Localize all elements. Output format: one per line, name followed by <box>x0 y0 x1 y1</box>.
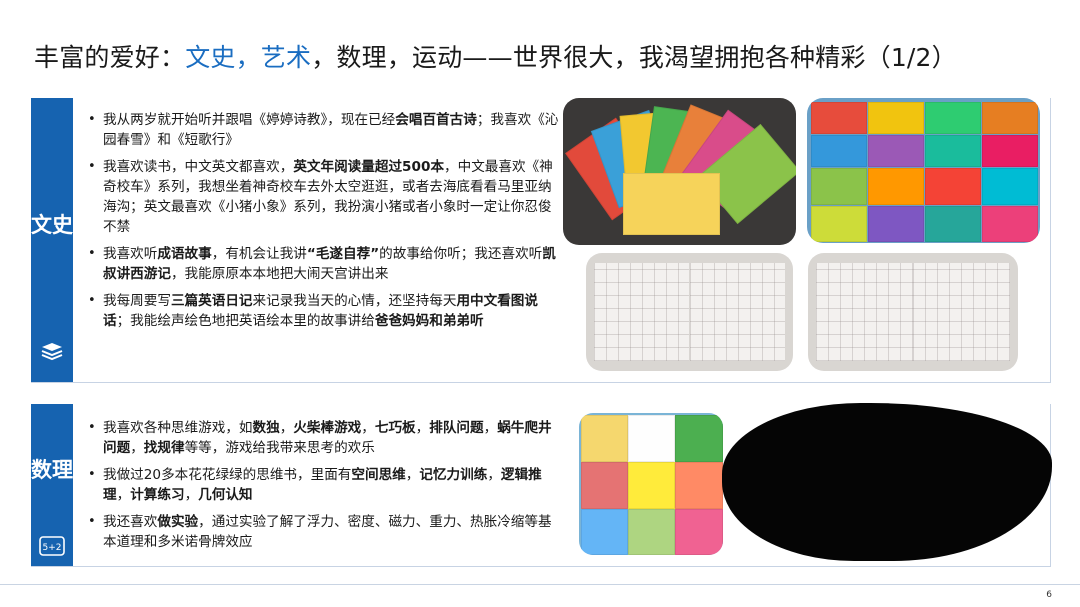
section-label: 数理 <box>31 458 73 482</box>
bullet-text: 我每周要写 <box>103 293 171 309</box>
bullet-text: ， <box>361 420 375 436</box>
bullet-emphasis: 数独 <box>252 420 280 436</box>
bullet-list-math: 我喜欢各种思维游戏，如数独，火柴棒游戏，七巧板，排队问题，蜗牛爬井问题，找规律等… <box>86 418 561 559</box>
section-label: 文史 <box>31 213 73 237</box>
bullet-item: 我从两岁就开始听并跟唱《婷婷诗教》，现在已经会唱百首古诗；我喜欢《沁园春雪》和《… <box>86 110 561 150</box>
bullet-text: ， <box>116 487 131 503</box>
bullet-emphasis: 爸爸妈妈和弟弟听 <box>374 313 484 329</box>
bullet-emphasis: 七巧板 <box>374 420 416 436</box>
book-cover <box>811 168 867 205</box>
book-cover <box>628 415 675 462</box>
bullet-emphasis: 找规律 <box>143 440 185 456</box>
book-cover <box>675 462 723 509</box>
bullet-text: 我从两岁就开始听并跟唱《婷婷诗教》，现在已经 <box>103 112 396 128</box>
title-highlight: 文史，艺术 <box>185 43 312 72</box>
book-cover <box>925 206 981 242</box>
section-sidebar: 数理 5+2 <box>31 404 73 566</box>
bullet-text: ， <box>487 467 501 483</box>
bullet-text: 我喜欢听 <box>103 246 158 262</box>
bullet-emphasis: 火柴棒游戏 <box>293 420 362 436</box>
book-cover <box>925 135 981 167</box>
book-cover <box>868 168 924 205</box>
book-cover <box>982 168 1038 205</box>
bullet-emphasis: 计算练习 <box>130 487 185 503</box>
bullet-emphasis: 空间思维 <box>351 467 406 483</box>
bullet-item: 我做过20多本花花绿绿的思维书，里面有空间思维，记忆力训练，逻辑推理，计算练习，… <box>86 465 561 505</box>
page-number: 6 <box>1046 590 1052 600</box>
photo-diary-notebook-2 <box>808 253 1018 371</box>
bullet-text: ， <box>184 487 199 503</box>
bullet-item: 我喜欢各种思维游戏，如数独，火柴棒游戏，七巧板，排队问题，蜗牛爬井问题，找规律等… <box>86 418 561 458</box>
bullet-text: 我还喜欢 <box>103 514 158 530</box>
bullet-text: 我喜欢各种思维游戏，如 <box>103 420 253 436</box>
bullet-emphasis: 会唱百首古诗 <box>395 112 477 128</box>
math-icon: 5+2 <box>39 536 65 556</box>
bullet-text: 等等，游戏给我带来思考的欢乐 <box>184 440 375 456</box>
bullet-item: 我还喜欢做实验，通过实验了解了浮力、密度、磁力、重力、热胀冷缩等基本道理和多米诺… <box>86 512 561 552</box>
book-cover <box>982 102 1038 134</box>
notebook-page-left <box>816 263 913 361</box>
book-cover <box>982 135 1038 167</box>
bullet-text: ；我能绘声绘色地把英语绘本里的故事讲给 <box>116 313 375 329</box>
bullet-text: 我喜欢读书，中文英文都喜欢， <box>103 159 294 175</box>
book-cover <box>628 509 675 555</box>
bullet-emphasis: 做实验 <box>157 514 199 530</box>
bullet-item: 我每周要写三篇英语日记来记录我当天的心情，还坚持每天用中文看图说话；我能绘声绘色… <box>86 291 561 331</box>
bullet-text: ， <box>483 420 498 436</box>
book-cover <box>811 135 867 167</box>
photo-chinese-books-fan <box>563 98 796 245</box>
book-cover <box>925 102 981 134</box>
book-cover <box>868 102 924 134</box>
photo-english-books-grid <box>807 98 1040 243</box>
bullet-list-literature: 我从两岁就开始听并跟唱《婷婷诗教》，现在已经会唱百首古诗；我喜欢《沁园春雪》和《… <box>86 110 561 338</box>
math-icon-text: 5+2 <box>43 543 62 553</box>
photo-diary-notebook-1 <box>586 253 793 371</box>
notebook-page-right <box>689 263 785 361</box>
book-cover <box>581 462 628 509</box>
bullet-text: 的故事给你听；我还喜欢听 <box>379 246 543 262</box>
title-suffix: ，数理，运动——世界很大，我渴望拥抱各种精彩（1/2） <box>311 43 957 72</box>
bullet-text: 我做过20多本花花绿绿的思维书，里面有 <box>103 467 352 483</box>
photo-math-books <box>579 413 723 555</box>
bullet-text: ，有机会让我讲 <box>211 246 307 262</box>
book-cover <box>868 206 924 242</box>
bullet-text: ， <box>405 467 420 483</box>
section-sidebar: 文史 <box>31 98 73 382</box>
book-cover <box>628 462 675 509</box>
bullet-text: ， <box>130 440 144 456</box>
bullet-item: 我喜欢听成语故事，有机会让我讲“毛遂自荐”的故事给你听；我还喜欢听凯叔讲西游记，… <box>86 244 561 284</box>
book-cover <box>868 135 924 167</box>
footer-divider <box>0 584 1080 585</box>
bullet-text: ， <box>279 420 294 436</box>
book-cover <box>811 102 867 134</box>
title-prefix: 丰富的爱好： <box>34 43 186 72</box>
bullet-emphasis: 记忆力训练 <box>419 467 488 483</box>
book-cover <box>623 173 720 235</box>
book-cover <box>982 206 1038 242</box>
book-cover <box>581 415 628 462</box>
bullet-text: 来记录我当天的心情，还坚持每天 <box>252 293 457 309</box>
bullet-emphasis: “毛遂自荐” <box>306 246 380 262</box>
bullet-text: ， <box>415 420 430 436</box>
bullet-emphasis: 几何认知 <box>198 487 253 503</box>
bullet-emphasis: 英文年阅读量超过500本 <box>293 159 445 175</box>
notebook-page-left <box>594 263 690 361</box>
bullet-emphasis: 成语故事 <box>157 246 212 262</box>
book-cover <box>581 509 628 555</box>
book-cover <box>811 206 867 242</box>
page-title: 丰富的爱好：文史，艺术，数理，运动——世界很大，我渴望拥抱各种精彩（1/2） <box>34 38 957 74</box>
book-cover <box>925 168 981 205</box>
bullet-emphasis: 三篇英语日记 <box>170 293 253 309</box>
books-icon <box>41 343 63 361</box>
bullet-text: ，我能原原本本地把大闹天宫讲出来 <box>170 266 389 282</box>
notebook-page-right <box>913 263 1010 361</box>
book-cover <box>675 509 723 555</box>
book-cover <box>675 415 723 462</box>
bullet-emphasis: 排队问题 <box>429 420 484 436</box>
bullet-item: 我喜欢读书，中文英文都喜欢，英文年阅读量超过500本，中文最喜欢《神奇校车》系列… <box>86 157 561 237</box>
